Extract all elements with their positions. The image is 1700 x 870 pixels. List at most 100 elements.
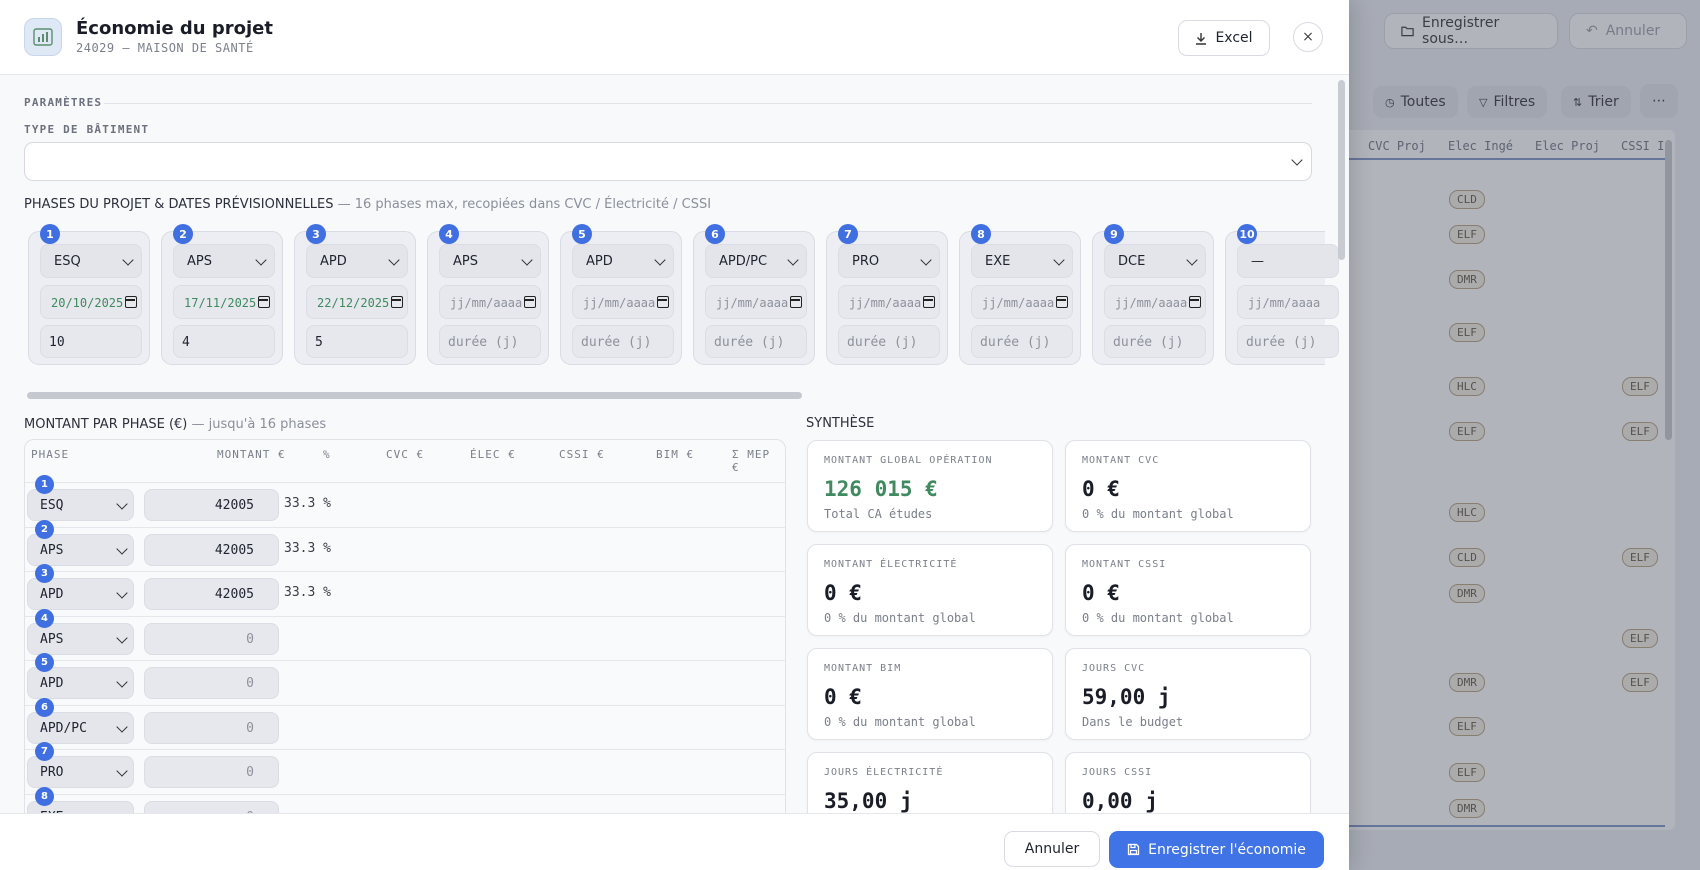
phase-select-value: EXE (985, 254, 1011, 269)
cancel-button[interactable]: Annuler (1004, 831, 1100, 867)
phase-select[interactable]: ESQ (40, 244, 142, 278)
phase-duration-input[interactable]: durée (j) (838, 325, 940, 358)
phase-duration-input[interactable]: durée (j) (1104, 325, 1206, 358)
chevron-down-icon (1291, 154, 1303, 166)
phase-date-value: jj/mm/aaaa (849, 296, 922, 310)
row-amount-input[interactable]: 42005 (144, 578, 279, 610)
phase-duration-value: durée (j) (1113, 335, 1184, 350)
phase-duration-input[interactable]: durée (j) (439, 325, 541, 358)
phase-select[interactable]: EXE (971, 244, 1073, 278)
phase-date-value: jj/mm/aaaa (1115, 296, 1188, 310)
card-caption: 0 % du montant global (1082, 507, 1234, 521)
row-phase-value: APS (40, 542, 64, 558)
phase-date-input[interactable]: jj/mm/aaaa (971, 285, 1073, 319)
chevron-down-icon (116, 631, 128, 644)
row-amount-input[interactable]: 0 (144, 756, 279, 788)
phase-date-input[interactable]: jj/mm/aaaa (1104, 285, 1206, 319)
row-number-badge: 8 (35, 786, 54, 806)
card-label: MONTANT CVC (1082, 455, 1160, 466)
calendar-icon[interactable] (1189, 296, 1201, 308)
close-icon: × (1302, 29, 1314, 45)
row-amount-input[interactable]: 42005 (144, 489, 279, 521)
phase-select-value: ESQ (54, 254, 81, 269)
phase-date-input[interactable]: 22/12/2025 (306, 285, 408, 319)
phase-duration-input[interactable]: durée (j) (572, 325, 674, 358)
phase-date-input[interactable]: jj/mm/aaaa (439, 285, 541, 319)
modal-vertical-scrollbar[interactable] (1338, 80, 1345, 260)
phase-duration-input[interactable]: durée (j) (1237, 325, 1339, 358)
phase-number-badge: 5 (572, 224, 592, 244)
phase-select[interactable]: — (1237, 244, 1339, 278)
excel-export-button[interactable]: Excel (1178, 20, 1270, 56)
phase-select[interactable]: DCE (1104, 244, 1206, 278)
phase-duration-input[interactable]: 10 (40, 325, 142, 358)
phase-select[interactable]: APS (439, 244, 541, 278)
calendar-icon[interactable] (1056, 296, 1068, 308)
save-economy-button[interactable]: Enregistrer l'économie (1109, 831, 1324, 868)
phase-date-input[interactable]: jj/mm/aaaa (838, 285, 940, 319)
calendar-icon[interactable] (125, 296, 137, 308)
phase-date-input[interactable]: 17/11/2025 (173, 285, 275, 319)
phase-card: 7 PRO jj/mm/aaaa durée (j) (826, 224, 948, 365)
row-amount-value: 42005 (214, 587, 254, 602)
modal-footer: Annuler Enregistrer l'économie (0, 813, 1349, 870)
card-value: 0,00 j (1082, 789, 1158, 813)
card-label: JOURS ÉLECTRICITÉ (824, 767, 944, 778)
row-amount-input[interactable]: 0 (144, 622, 279, 655)
download-icon (1196, 32, 1207, 45)
phase-duration-input[interactable]: durée (j) (971, 325, 1073, 358)
phase-duration-input[interactable]: 4 (173, 325, 275, 358)
calendar-icon[interactable] (524, 296, 536, 308)
calendar-icon[interactable] (258, 296, 270, 308)
phase-select[interactable]: APD (572, 244, 674, 278)
row-number-badge: 7 (35, 742, 54, 761)
chart-icon (24, 18, 62, 56)
phase-card: 8 EXE jj/mm/aaaa durée (j) (959, 224, 1081, 365)
chevron-down-icon (521, 254, 533, 266)
calendar-icon[interactable] (657, 296, 669, 308)
table-row: APS 4 0 (25, 608, 785, 660)
phase-date-input[interactable]: jj/mm/aaaa (705, 285, 807, 319)
phase-select[interactable]: APS (173, 244, 275, 278)
phase-date-input[interactable]: 20/10/2025 (40, 285, 142, 319)
chevron-down-icon (255, 254, 267, 266)
card-value: 35,00 j (824, 789, 913, 813)
phase-duration-input[interactable]: 5 (306, 325, 408, 358)
phase-date-value: jj/mm/aaaa (716, 296, 789, 310)
phase-date-input[interactable]: jj/mm/aaaa (572, 285, 674, 319)
chevron-down-icon (388, 254, 400, 266)
phase-duration-input[interactable]: durée (j) (705, 325, 807, 358)
card-caption: 0 % du montant global (1082, 611, 1234, 625)
phases-horizontal-scrollbar[interactable] (27, 392, 802, 399)
calendar-icon[interactable] (790, 296, 802, 308)
phase-date-value: 20/10/2025 (51, 296, 124, 310)
table-row: APD 3 42005 33.3 % (25, 564, 785, 615)
chevron-down-icon (1186, 254, 1198, 266)
phase-date-value: jj/mm/aaaa (982, 296, 1055, 310)
phase-select[interactable]: APD/PC (705, 244, 807, 278)
synthese-card: MONTANT CVC 0 € 0 % du montant global (1065, 440, 1311, 532)
phase-select[interactable]: APD (306, 244, 408, 278)
chevron-down-icon (116, 542, 128, 555)
phase-select[interactable]: PRO (838, 244, 940, 278)
phase-card: 6 APD/PC jj/mm/aaaa durée (j) (693, 224, 815, 365)
phase-card: 9 DCE jj/mm/aaaa durée (j) (1092, 224, 1214, 365)
section-divider (104, 103, 1312, 104)
phases-heading: PHASES DU PROJET & DATES PRÉVISIONNELLES… (24, 197, 711, 212)
modal-header: Économie du projet 24029 — MAISON DE SAN… (0, 0, 1349, 75)
row-amount-input[interactable]: 0 (144, 711, 279, 744)
card-value: 0 € (824, 581, 862, 605)
row-number-badge: 3 (35, 564, 54, 583)
phase-card: 10 — jj/mm/aaaa durée (j) (1225, 224, 1339, 365)
row-amount-input[interactable]: 42005 (144, 533, 279, 566)
close-button[interactable]: × (1293, 22, 1323, 52)
phase-date-input[interactable]: jj/mm/aaaa (1237, 285, 1339, 319)
building-type-select[interactable] (24, 142, 1312, 181)
row-amount-input[interactable]: 0 (144, 667, 279, 699)
chevron-down-icon (116, 765, 128, 777)
phase-number-badge: 10 (1237, 224, 1257, 244)
calendar-icon[interactable] (923, 296, 935, 308)
chevron-down-icon (122, 254, 134, 266)
calendar-icon[interactable] (391, 296, 403, 308)
card-label: MONTANT ÉLECTRICITÉ (824, 559, 958, 570)
